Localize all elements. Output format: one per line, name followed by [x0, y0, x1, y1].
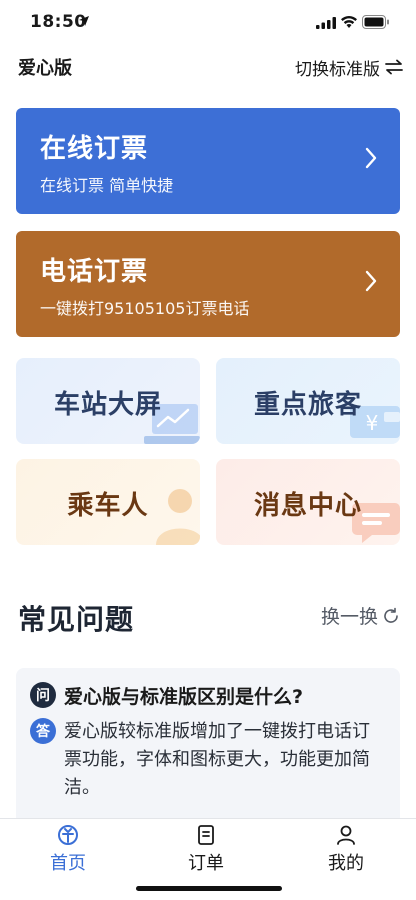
online-booking-card[interactable]: 在线订票 在线订票 简单快捷: [16, 108, 400, 214]
message-center-tile[interactable]: 消息中心: [216, 459, 400, 545]
question-badge: 问: [30, 682, 56, 708]
page-title: 爱心版: [18, 58, 72, 79]
key-passenger-label: 重点旅客: [253, 390, 362, 420]
status-bar: 18:50: [0, 0, 416, 46]
faq-section-title: 常见问题: [18, 603, 135, 636]
answer-badge: 答: [30, 718, 56, 744]
faq-card[interactable]: 问 爱心版与标准版区别是什么? 答 爱心版较标准版增加了一键拨打电话订票功能，字…: [16, 668, 400, 818]
location-arrow-icon: [79, 16, 89, 26]
phone-booking-subtitle: 一键拨打95105105订票电话: [40, 299, 250, 318]
phone-booking-title: 电话订票: [40, 257, 149, 287]
main-content: 在线订票 在线订票 简单快捷 电话订票 一键拨打95105105订票电话 车站大…: [0, 88, 416, 818]
tab-orders[interactable]: 订单: [166, 823, 246, 875]
station-screen-tile[interactable]: 车站大屏: [16, 358, 200, 444]
document-icon: [198, 825, 214, 845]
chevron-right-icon: [365, 147, 377, 169]
tab-orders-label: 订单: [188, 853, 224, 874]
phone-booking-card[interactable]: 电话订票 一键拨打95105105订票电话: [16, 231, 400, 337]
switch-standard-label: 切换标准版: [295, 59, 380, 80]
passenger-tile[interactable]: 乘车人: [16, 459, 200, 545]
online-booking-subtitle: 在线订票 简单快捷: [40, 176, 174, 195]
tab-mine[interactable]: 我的: [306, 823, 386, 875]
faq-answer: 爱心版较标准版增加了一键拨打电话订票功能，字体和图标更大，功能更加简洁。: [64, 721, 370, 798]
switch-standard-button[interactable]: 切换标准版: [295, 52, 404, 82]
swap-arrows-icon: [385, 59, 403, 75]
person-icon: [337, 825, 355, 845]
faq-question: 爱心版与标准版区别是什么?: [64, 686, 304, 708]
tab-home-label: 首页: [50, 853, 86, 874]
tab-home[interactable]: 首页: [28, 823, 108, 875]
refresh-button[interactable]: 换一换: [321, 602, 400, 629]
app-header: 爱心版 切换标准版: [0, 46, 416, 88]
wifi-icon: [341, 16, 357, 28]
station-screen-label: 车站大屏: [53, 390, 162, 420]
key-passenger-tile[interactable]: ¥ 重点旅客: [216, 358, 400, 444]
cellular-signal-icon: [316, 17, 336, 29]
battery-icon: [362, 15, 389, 29]
train-logo-icon: [58, 825, 78, 845]
online-booking-title: 在线订票: [40, 134, 149, 164]
message-center-label: 消息中心: [253, 491, 362, 521]
tab-mine-label: 我的: [328, 853, 364, 874]
home-indicator[interactable]: [136, 886, 282, 891]
refresh-label: 换一换: [320, 606, 378, 628]
refresh-icon: [384, 607, 398, 623]
passenger-label: 乘车人: [67, 491, 149, 521]
chevron-right-icon: [365, 270, 377, 292]
